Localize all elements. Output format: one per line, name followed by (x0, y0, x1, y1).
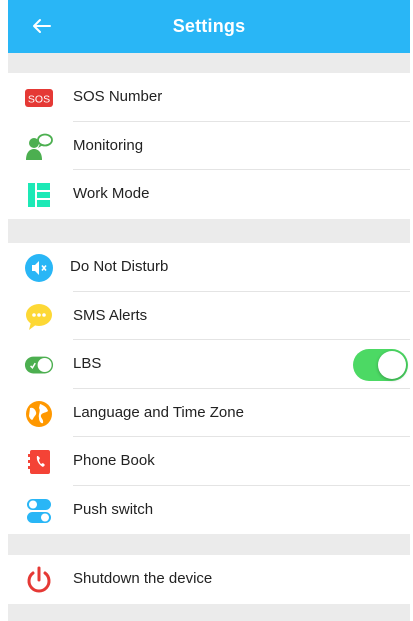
sos-badge-text: SOS (28, 94, 50, 106)
settings-item-lbs[interactable]: LBS (8, 340, 410, 389)
app-screen: Settings SOS SOS Number Monitoring Work … (8, 0, 410, 621)
settings-item-sms-alerts[interactable]: SMS Alerts (8, 292, 410, 340)
push-switch-icon (24, 496, 54, 526)
settings-item-label: Phone Book (73, 452, 155, 469)
settings-item-label: SOS Number (73, 88, 163, 105)
settings-item-label: Push switch (73, 500, 154, 518)
settings-item-monitoring[interactable]: Monitoring (8, 122, 410, 170)
globe-icon (24, 399, 54, 429)
toggle-knob (378, 351, 406, 379)
settings-item-work-mode[interactable]: Work Mode (8, 170, 410, 219)
page-title: Settings (172, 16, 246, 36)
settings-item-label: Work Mode (73, 185, 150, 202)
settings-item-push-switch[interactable]: Push switch (8, 486, 410, 535)
settings-section-features: Do Not Disturb SMS Alerts LBS Language a… (8, 243, 410, 534)
settings-item-language-time-zone[interactable]: Language and Time Zone (8, 389, 410, 437)
settings-item-label: Shutdown the device (73, 570, 213, 587)
settings-item-label: Language and Time Zone (73, 403, 244, 421)
sos-icon: SOS (24, 83, 54, 113)
settings-item-label: Monitoring (73, 136, 144, 154)
settings-item-sos-number[interactable]: SOS SOS Number (8, 73, 410, 122)
lbs-toggle-icon (24, 350, 54, 380)
message-icon (24, 302, 54, 332)
monitoring-icon (24, 132, 54, 162)
settings-item-label: SMS Alerts (73, 306, 148, 324)
settings-item-label: LBS (73, 355, 102, 372)
settings-section-general: SOS SOS Number Monitoring Work Mode (8, 73, 410, 219)
settings-item-phone-book[interactable]: Phone Book (8, 437, 410, 486)
mute-icon (24, 253, 54, 283)
lbs-toggle-switch[interactable] (353, 349, 408, 381)
settings-section-power: Shutdown the device (8, 555, 410, 604)
work-mode-icon (24, 180, 54, 210)
settings-item-do-not-disturb[interactable]: Do Not Disturb (8, 243, 410, 292)
settings-item-shutdown[interactable]: Shutdown the device (8, 555, 410, 604)
phone-book-icon (24, 447, 54, 477)
top-bar: Settings (8, 0, 410, 53)
power-icon (24, 565, 54, 595)
settings-item-label: Do Not Disturb (70, 258, 169, 275)
